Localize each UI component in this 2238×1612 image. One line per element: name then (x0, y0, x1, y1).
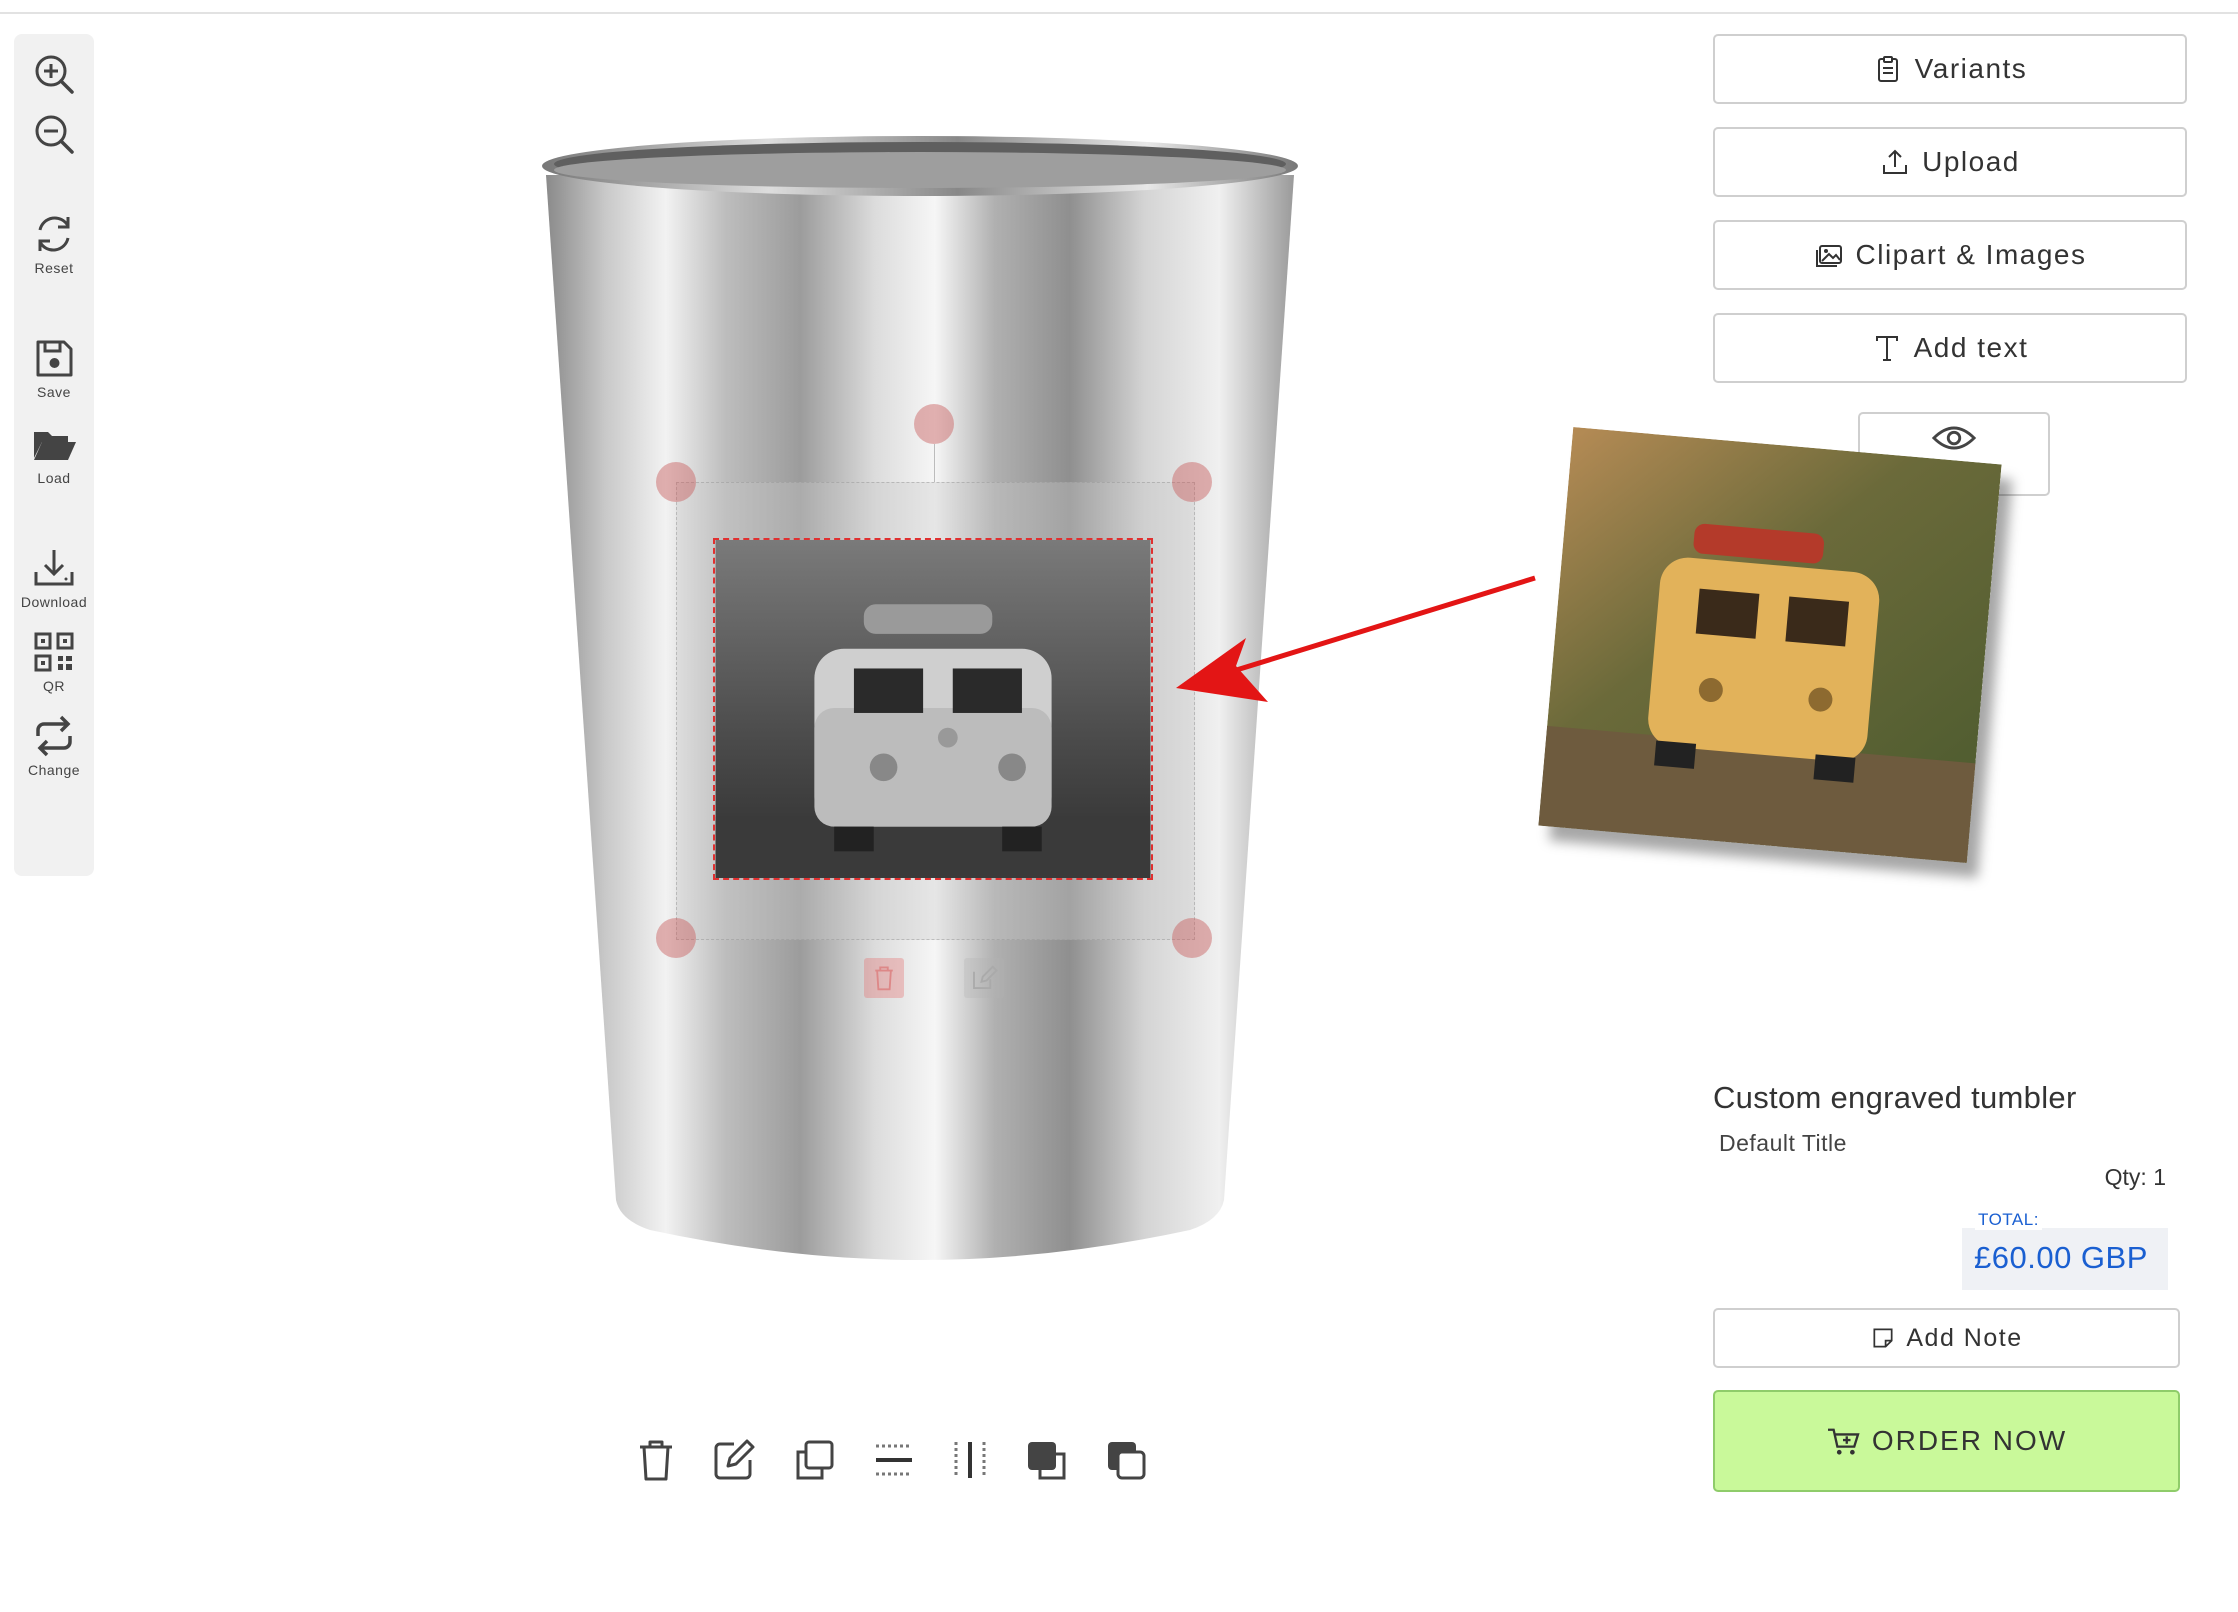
load-button[interactable]: Load (14, 420, 94, 486)
zoom-in-icon (35, 55, 74, 94)
download-button[interactable]: Download (14, 544, 94, 610)
edit-button[interactable] (710, 1436, 758, 1484)
left-toolbar: Reset Save Load Download QR Change (14, 34, 94, 876)
add-note-label: Add Note (1906, 1323, 2023, 1352)
images-icon (1815, 245, 1842, 267)
van-photo-grayscale (715, 540, 1151, 878)
change-button[interactable]: Change (14, 712, 94, 778)
add-note-button[interactable]: Add Note (1713, 1308, 2180, 1368)
eye-icon (1931, 426, 1977, 450)
reset-button[interactable]: Reset (14, 210, 94, 276)
van-photo-color (1538, 427, 2002, 863)
product-variant: Default Title (1719, 1130, 1847, 1156)
red-arrow (1176, 575, 1536, 702)
upload-icon (1883, 149, 1908, 174)
upload-label: Upload (1922, 146, 2020, 177)
center-horizontal-button[interactable] (870, 1436, 918, 1484)
top-divider (0, 12, 2238, 14)
product-title: Custom engraved tumbler (1713, 1080, 2077, 1115)
clipboard-list-icon (1877, 56, 1898, 82)
add-text-label: Add text (1913, 332, 2029, 363)
resize-handle-bottom-right[interactable] (1172, 918, 1212, 958)
resize-handle-top-left[interactable] (656, 462, 696, 502)
total-price: £60.00 GBP (1974, 1240, 2148, 1275)
zoom-out-button[interactable] (14, 110, 94, 158)
quantity: Qty: 1 (2104, 1164, 2166, 1190)
edit-icon (714, 1439, 755, 1480)
qr-code-icon (34, 632, 74, 672)
resize-handle-top-right[interactable] (1172, 462, 1212, 502)
save-button[interactable]: Save (14, 334, 94, 400)
layer-delete-button[interactable] (864, 958, 904, 998)
clipart-images-label: Clipart & Images (1855, 239, 2087, 270)
trash-icon (640, 1440, 672, 1481)
reset-icon (38, 216, 70, 252)
change-label: Change (27, 762, 81, 778)
qr-label: QR (43, 678, 65, 694)
variants-label: Variants (1914, 53, 2028, 84)
trash-icon (875, 966, 893, 991)
clipart-images-button[interactable]: Clipart & Images (1713, 220, 2187, 290)
color-preview-photo (1538, 427, 2002, 863)
bring-forward-button[interactable] (1022, 1436, 1070, 1484)
send-backward-icon (1108, 1442, 1146, 1480)
center-vertical-icon (954, 1442, 986, 1478)
center-vertical-button[interactable] (946, 1436, 994, 1484)
variants-button[interactable]: Variants (1713, 34, 2187, 104)
edit-icon (973, 965, 998, 989)
order-now-label: ORDER NOW (1871, 1425, 2068, 1456)
qr-button[interactable]: QR (14, 628, 94, 694)
text-icon (1875, 336, 1898, 361)
bring-forward-icon (1028, 1442, 1066, 1480)
uploaded-photo-layer[interactable] (713, 538, 1153, 880)
zoom-out-icon (35, 115, 74, 154)
reset-label: Reset (34, 260, 74, 276)
order-now-button[interactable]: ORDER NOW (1713, 1390, 2180, 1492)
cart-add-icon (1827, 1428, 1860, 1455)
delete-button[interactable] (632, 1436, 680, 1484)
send-backward-button[interactable] (1102, 1436, 1150, 1484)
duplicate-button[interactable] (790, 1436, 838, 1484)
save-icon (36, 340, 73, 377)
upload-button[interactable]: Upload (1713, 127, 2187, 197)
download-icon (34, 550, 74, 586)
zoom-in-button[interactable] (14, 50, 94, 98)
load-label: Load (37, 470, 71, 486)
swap-icon (36, 715, 72, 757)
rotation-guide (934, 444, 935, 482)
layer-edit-button[interactable] (964, 958, 1004, 998)
add-text-button[interactable]: Add text (1713, 313, 2187, 383)
note-icon (1873, 1328, 1893, 1348)
center-horizontal-icon (876, 1444, 912, 1476)
duplicate-icon (796, 1440, 834, 1480)
download-label: Download (20, 594, 88, 610)
resize-handle-bottom-left[interactable] (656, 918, 696, 958)
total-label: TOTAL: (1975, 1210, 2042, 1230)
folder-open-icon (34, 432, 76, 460)
rotate-handle[interactable] (914, 404, 954, 444)
save-label: Save (37, 384, 71, 400)
